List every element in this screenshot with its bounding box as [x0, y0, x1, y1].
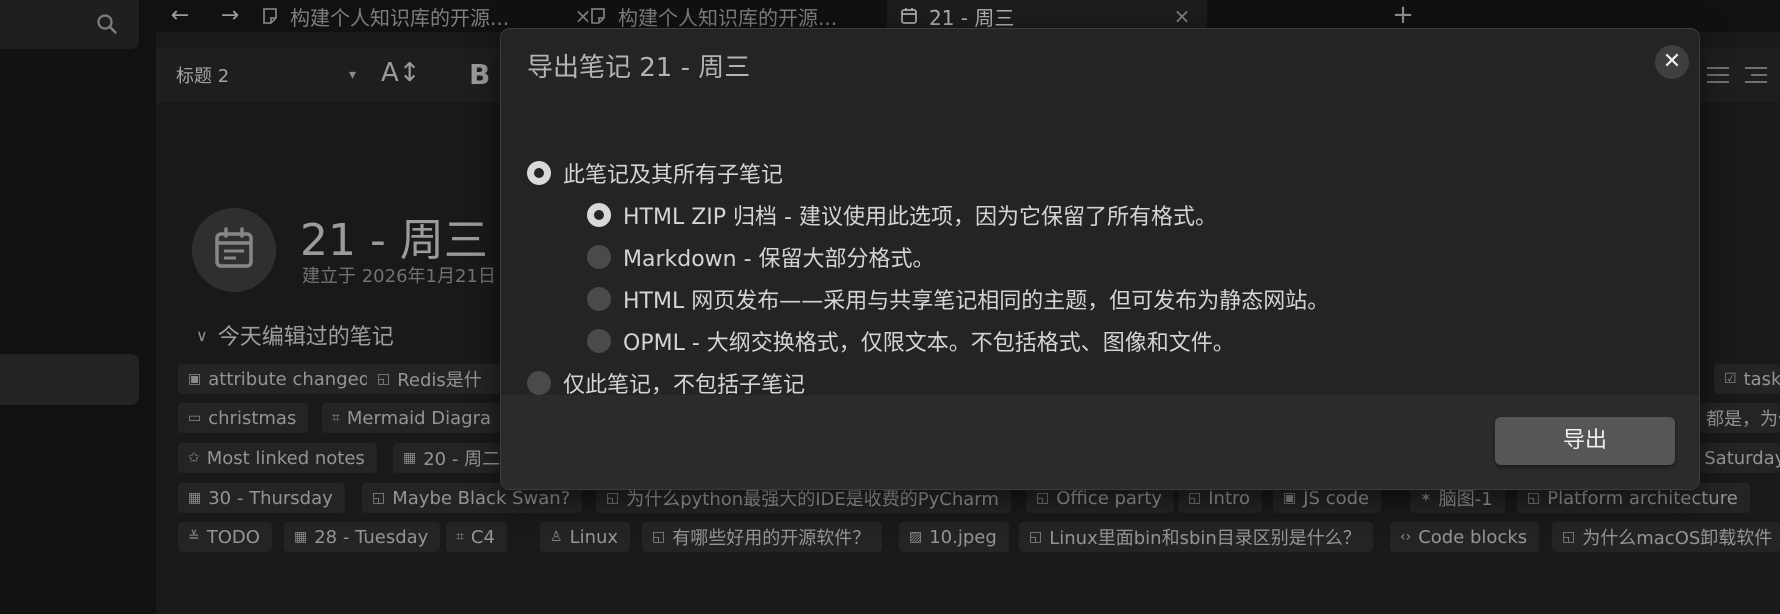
- radio-markdown[interactable]: [587, 245, 611, 269]
- export-button[interactable]: 导出: [1495, 417, 1675, 465]
- format-html-zip[interactable]: HTML ZIP 归档 - 建议使用此选项，因为它保留了所有格式。: [587, 199, 1217, 231]
- dialog-title: 导出笔记 21 - 周三: [527, 53, 751, 83]
- radio-html-zip[interactable]: [587, 203, 611, 227]
- export-dialog: 导出笔记 21 - 周三 ✕ 此笔记及其所有子笔记 HTML ZIP 归档 - …: [500, 28, 1700, 490]
- option-label: Markdown - 保留大部分格式。: [623, 247, 935, 272]
- radio-html-site[interactable]: [587, 287, 611, 311]
- option-label: 此笔记及其所有子笔记: [563, 163, 784, 188]
- dialog-footer: 导出: [501, 395, 1699, 489]
- close-icon[interactable]: ✕: [1655, 45, 1689, 79]
- radio-subtree[interactable]: [527, 161, 551, 185]
- radio-opml[interactable]: [587, 329, 611, 353]
- format-html-site[interactable]: HTML 网页发布——采用与共享笔记相同的主题，但可发布为静态网站。: [587, 283, 1329, 315]
- option-label: HTML 网页发布——采用与共享笔记相同的主题，但可发布为静态网站。: [623, 289, 1330, 314]
- option-label: HTML ZIP 归档 - 建议使用此选项，因为它保留了所有格式。: [623, 205, 1217, 230]
- dialog-body: 此笔记及其所有子笔记 HTML ZIP 归档 - 建议使用此选项，因为它保留了所…: [501, 99, 1699, 425]
- format-markdown[interactable]: Markdown - 保留大部分格式。: [587, 241, 935, 273]
- option-label: OPML - 大纲交换格式，仅限文本。不包括格式、图像和文件。: [623, 331, 1235, 356]
- option-subtree[interactable]: 此笔记及其所有子笔记: [527, 157, 783, 189]
- format-opml[interactable]: OPML - 大纲交换格式，仅限文本。不包括格式、图像和文件。: [587, 325, 1235, 357]
- radio-single[interactable]: [527, 371, 551, 395]
